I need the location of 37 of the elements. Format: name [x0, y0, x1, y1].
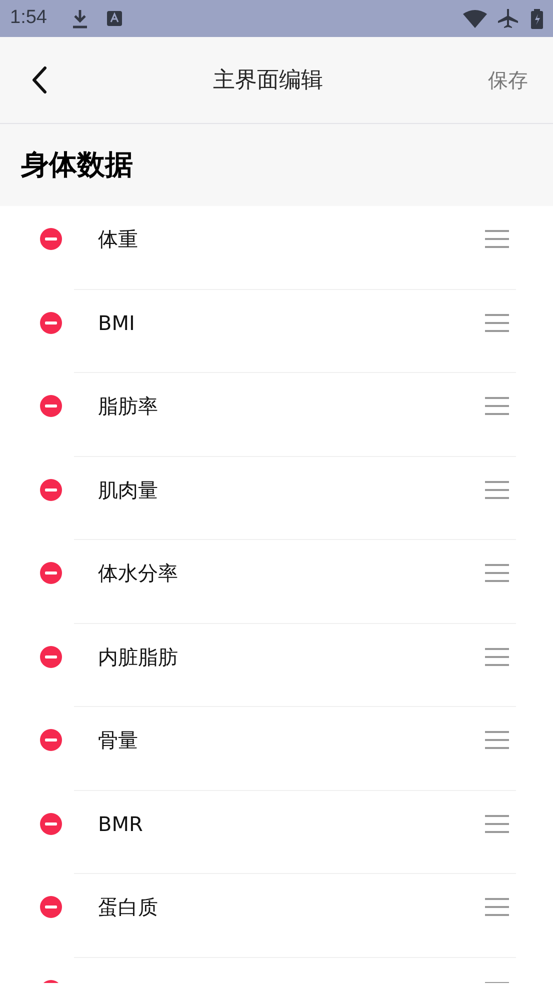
item-label: BMI [98, 310, 136, 336]
section-title: 身体数据 [21, 147, 133, 183]
drag-handle-icon[interactable] [485, 897, 509, 917]
page-title: 主界面编辑 [213, 66, 323, 94]
battery-icon [531, 8, 543, 28]
drag-handle-icon[interactable] [485, 814, 509, 834]
drag-handle-icon[interactable] [485, 563, 509, 583]
item-label: 骨量 [98, 727, 139, 754]
wifi-icon [463, 10, 487, 28]
remove-icon[interactable] [40, 395, 62, 417]
drag-handle-icon[interactable] [485, 229, 509, 249]
drag-handle-icon[interactable] [485, 312, 509, 332]
remove-icon[interactable] [40, 312, 62, 334]
drag-handle-icon[interactable] [485, 646, 509, 666]
item-label: 蛋白质 [98, 894, 159, 921]
drag-handle-icon[interactable] [485, 480, 509, 500]
status-time: 1:54 [10, 6, 47, 30]
item-label: 肌肉量 [98, 476, 159, 504]
item-label: 体水分率 [98, 560, 179, 587]
app-notification-icon [106, 11, 122, 26]
drag-handle-icon[interactable] [485, 730, 509, 750]
airplane-icon [497, 8, 519, 30]
download-icon [70, 8, 89, 28]
remove-icon[interactable] [40, 812, 62, 834]
remove-icon[interactable] [40, 729, 62, 751]
remove-icon[interactable] [40, 896, 62, 918]
remove-icon[interactable] [40, 646, 62, 668]
item-label: BMR [98, 810, 144, 838]
remove-icon[interactable] [40, 562, 62, 584]
drag-handle-icon[interactable] [485, 396, 509, 416]
remove-icon[interactable] [40, 228, 62, 250]
item-label: 内脏脂肪 [98, 644, 179, 670]
item-label: 体重 [98, 226, 139, 253]
item-label: 脂肪率 [98, 393, 159, 420]
save-button[interactable]: 保存 [488, 65, 528, 95]
remove-icon[interactable] [40, 478, 62, 500]
back-icon[interactable] [30, 66, 48, 94]
